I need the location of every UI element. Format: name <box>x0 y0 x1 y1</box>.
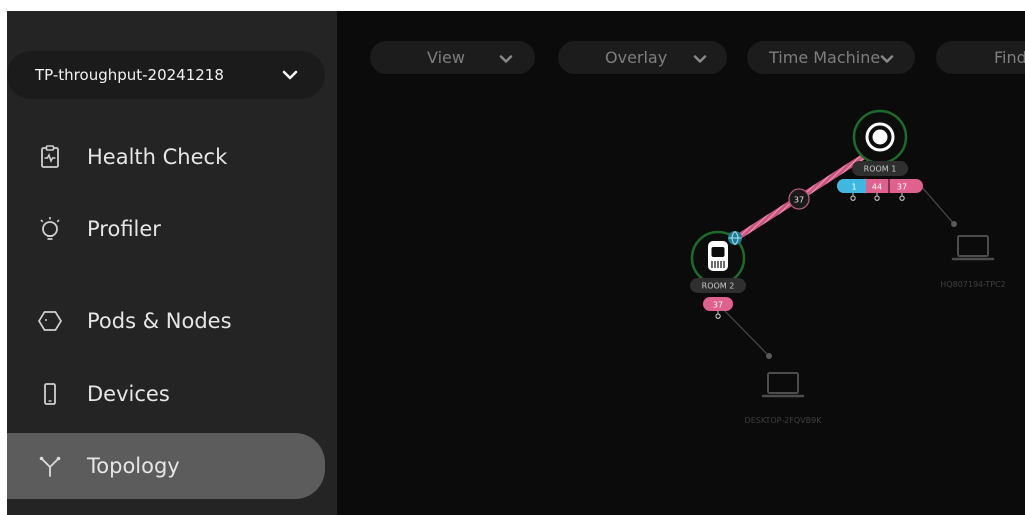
nav-label: Devices <box>87 382 170 406</box>
nav-label: Pods & Nodes <box>87 309 232 333</box>
room2-label: ROOM 2 <box>702 282 735 291</box>
svg-text:1: 1 <box>851 183 856 192</box>
svg-text:37: 37 <box>794 196 804 205</box>
device-link <box>718 304 772 359</box>
nav-item-devices[interactable]: Devices <box>7 361 325 427</box>
device-link <box>920 185 957 227</box>
phone-icon <box>37 381 63 407</box>
nav-item-topology[interactable]: Topology <box>7 433 325 499</box>
room1-label: ROOM 1 <box>864 165 897 174</box>
device-label: DESKTOP-2FQVB9K <box>745 416 823 425</box>
svg-text:44: 44 <box>872 183 882 192</box>
room1-client-badges: 1 44 37 <box>837 179 923 201</box>
nav-item-health-check[interactable]: Health Check <box>7 124 325 190</box>
lightbulb-icon <box>37 216 63 242</box>
nav-item-pods-nodes[interactable]: Pods & Nodes <box>7 288 325 354</box>
room1-node[interactable]: ROOM 1 <box>852 109 908 176</box>
room2-node[interactable]: ROOM 2 <box>690 230 746 293</box>
nav-label: Topology <box>87 454 180 478</box>
topology-graph: 37 ROOM 1 1 44 37 ROOM 2 37 HQ807194-TPC… <box>690 109 1006 425</box>
nav-label: Profiler <box>87 217 161 241</box>
extender-icon <box>708 241 728 271</box>
nav-item-profiler[interactable]: Profiler <box>7 196 325 262</box>
device-node-hq807194[interactable]: HQ807194-TPC2 <box>940 235 1006 289</box>
nav-label: Health Check <box>87 145 228 169</box>
topology-canvas[interactable]: View Overlay Time Machine Find 37 ROOM 1… <box>337 11 1025 515</box>
link-throughput-badge: 37 <box>788 188 810 210</box>
device-label: HQ807194-TPC2 <box>940 280 1005 289</box>
network-selector-label: TP-throughput-20241218 <box>35 66 224 84</box>
clipboard-pulse-icon <box>37 144 63 170</box>
network-selector[interactable]: TP-throughput-20241218 <box>7 51 325 99</box>
device-node-desktop-2fqvb9k[interactable]: DESKTOP-2FQVB9K <box>745 372 823 425</box>
svg-text:37: 37 <box>713 301 723 310</box>
topology-icon <box>37 453 63 479</box>
sidebar: TP-throughput-20241218 Health Check Prof… <box>7 11 337 515</box>
chevron-down-icon <box>281 66 299 84</box>
laptop-icon <box>951 235 995 261</box>
laptop-icon <box>761 372 805 398</box>
hexagon-icon <box>37 308 63 334</box>
svg-text:37: 37 <box>897 183 907 192</box>
